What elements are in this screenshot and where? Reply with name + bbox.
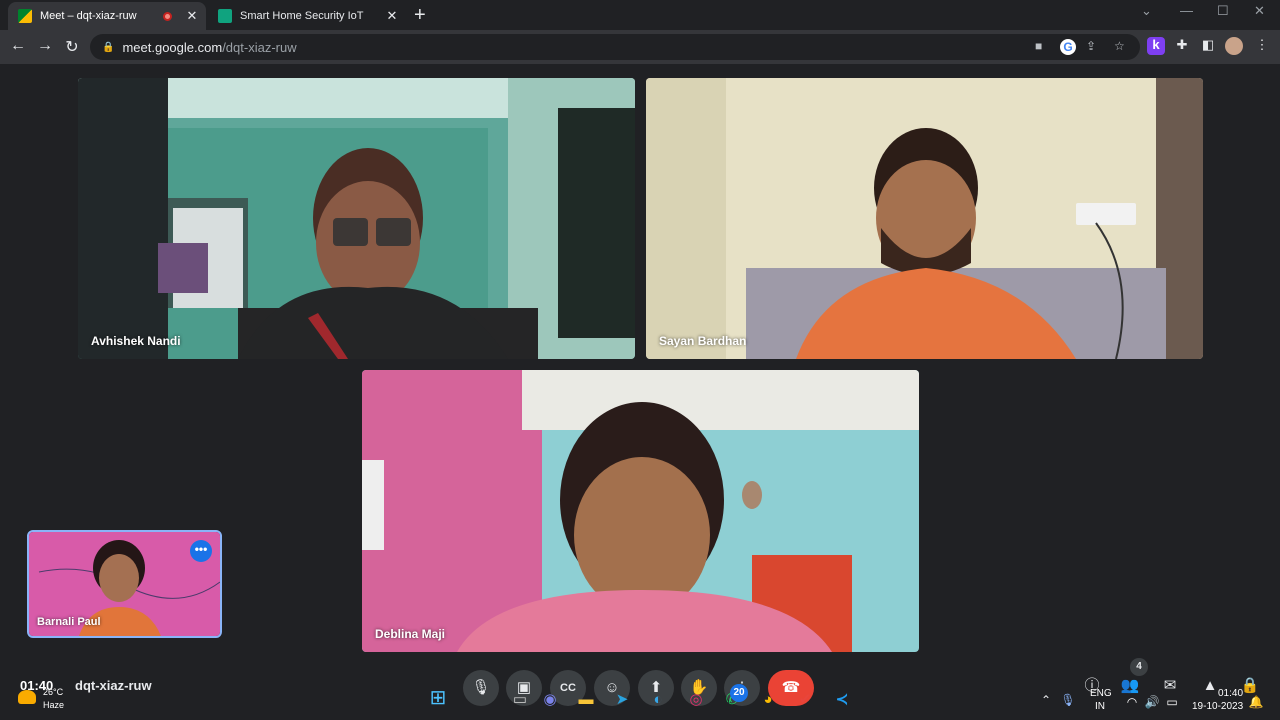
weather-condition: Haze xyxy=(43,700,65,710)
close-window-icon[interactable]: ✕ xyxy=(1254,3,1265,19)
vscode-icon[interactable]: ≺ xyxy=(830,688,854,712)
participant-name: Deblina Maji xyxy=(375,627,446,641)
edge-icon[interactable]: ◐ xyxy=(646,688,670,712)
instagram-icon[interactable]: ◎ xyxy=(684,688,708,712)
task-view-icon[interactable]: ▭ xyxy=(508,688,532,712)
battery-icon[interactable]: ▭ xyxy=(1160,690,1184,714)
close-tab-icon[interactable]: ✕ xyxy=(384,8,400,24)
share-icon[interactable]: ⇪ xyxy=(1086,39,1096,53)
participant-tile[interactable]: Avhishek Nandi xyxy=(78,78,635,359)
weather-temp: 26°C xyxy=(43,687,64,697)
weather-widget[interactable]: 26°C Haze xyxy=(18,687,64,710)
participant-tile[interactable]: Sayan Bardhan xyxy=(646,78,1203,359)
mic-in-use-icon[interactable]: 🎙 xyxy=(1056,688,1080,712)
self-view-tile[interactable]: ••• Barnali Paul xyxy=(27,530,222,638)
extensions-puzzle-icon[interactable]: ✚ xyxy=(1173,37,1191,55)
tab-title: Meet – dqt-xiaz-ruw xyxy=(40,10,137,22)
notifications-bell-icon[interactable]: 🔔 xyxy=(1244,690,1268,714)
taskbar-date[interactable]: 19-10-2023 xyxy=(1192,701,1243,712)
extension-k-icon[interactable]: k xyxy=(1147,37,1165,55)
browser-chrome: Meet – dqt-xiaz-ruw ✕ Smart Home Securit… xyxy=(0,0,1280,64)
microphone-button[interactable]: 🎙 xyxy=(463,670,499,706)
participant-video xyxy=(646,78,1203,359)
browser-toolbar: ← → ↻ 🔒 meet.google.com/dqt-xiaz-ruw ■ G… xyxy=(0,30,1280,64)
camera-in-use-icon[interactable]: ■ xyxy=(1035,39,1042,53)
side-panel-icon[interactable]: ◧ xyxy=(1199,37,1217,55)
participant-name: Sayan Bardhan xyxy=(659,334,747,348)
address-bar[interactable]: 🔒 meet.google.com/dqt-xiaz-ruw ■ G ⇪ ☆ xyxy=(90,34,1140,60)
meet-favicon-icon xyxy=(18,9,32,23)
tab-smart-home[interactable]: Smart Home Security IoT ✕ xyxy=(208,2,406,30)
telegram-icon[interactable]: ➤ xyxy=(610,688,634,712)
google-icon[interactable]: G xyxy=(1060,39,1076,55)
participant-tile[interactable]: Deblina Maji xyxy=(362,370,919,652)
chrome-icon[interactable]: ◕ xyxy=(756,688,780,712)
close-tab-icon[interactable]: ✕ xyxy=(184,8,200,24)
weather-icon xyxy=(18,690,36,704)
participant-count-badge: 4 xyxy=(1130,658,1148,676)
tab-strip: Meet – dqt-xiaz-ruw ✕ Smart Home Securit… xyxy=(0,0,1280,30)
reload-icon[interactable]: ↻ xyxy=(62,37,82,57)
bookmark-star-icon[interactable]: ☆ xyxy=(1114,39,1125,53)
url-host: meet.google.com xyxy=(122,39,223,55)
tab-search-icon[interactable]: ⌄ xyxy=(1141,3,1152,19)
meeting-code: dqt-xiaz-ruw xyxy=(75,678,152,693)
todo-app-icon[interactable]: ✔ xyxy=(793,688,817,712)
self-name: Barnali Paul xyxy=(37,616,101,628)
minimize-icon[interactable]: — xyxy=(1180,3,1193,18)
forward-icon[interactable]: → xyxy=(35,37,55,55)
maximize-icon[interactable]: ☐ xyxy=(1217,3,1229,19)
tab-title: Smart Home Security IoT xyxy=(240,10,364,22)
more-options-button[interactable]: ••• xyxy=(190,540,212,562)
language-indicator[interactable]: ENG xyxy=(1090,688,1112,699)
menu-kebab-icon[interactable]: ⋮ xyxy=(1253,37,1271,55)
participant-video xyxy=(362,370,919,652)
openai-favicon-icon xyxy=(218,9,232,23)
profile-avatar[interactable] xyxy=(1225,37,1243,55)
participant-name: Avhishek Nandi xyxy=(91,334,181,348)
windows-start-icon[interactable]: ⊞ xyxy=(426,686,450,710)
show-hidden-icons[interactable]: ⌃ xyxy=(1034,688,1058,712)
participant-video xyxy=(78,78,635,359)
url-path: /dqt-xiaz-ruw xyxy=(222,39,297,55)
back-icon[interactable]: ← xyxy=(8,37,28,55)
tab-meet[interactable]: Meet – dqt-xiaz-ruw ✕ xyxy=(8,2,206,30)
lock-icon: 🔒 xyxy=(102,41,115,53)
region-indicator: IN xyxy=(1095,701,1105,712)
whatsapp-badge: 20 xyxy=(730,684,748,702)
file-explorer-icon[interactable]: ▬ xyxy=(574,688,598,712)
recording-indicator-icon xyxy=(163,11,172,21)
meet-bottom-bar: 01:40 26°C Haze dqt-xiaz-ruw ⊞ ⌕ 🎙 ▣ CC … xyxy=(0,658,1280,720)
teams-icon[interactable]: ◉ xyxy=(538,688,562,712)
new-tab-button[interactable]: + xyxy=(414,4,426,27)
